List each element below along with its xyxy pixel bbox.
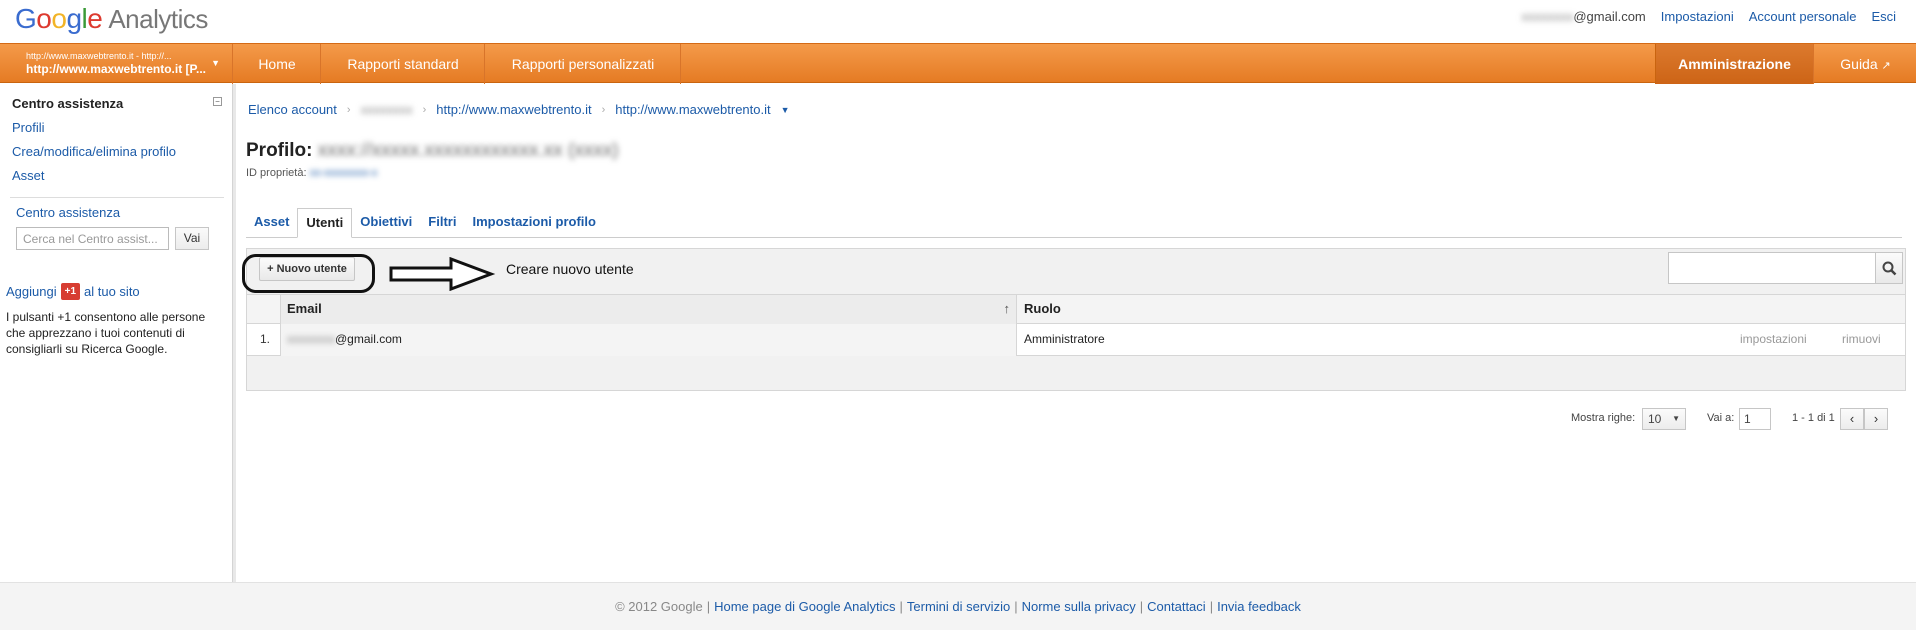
copyright: © 2012 Google [615, 599, 703, 614]
plus-one-add-link[interactable]: Aggiungi [6, 284, 57, 299]
nav-home[interactable]: Home [234, 44, 321, 84]
collapse-icon[interactable]: − [213, 97, 222, 106]
footer-home-link[interactable]: Home page di Google Analytics [714, 599, 895, 614]
table-row: 1. xxxxxxxx@gmail.com Amministratore imp… [247, 324, 1905, 356]
help-search-button[interactable]: Vai [175, 227, 209, 250]
row-settings-link[interactable]: impostazioni [1740, 324, 1807, 356]
tab-bar: Asset Utenti Obiettivi Filtri Impostazio… [246, 208, 604, 238]
footer-feedback-link[interactable]: Invia feedback [1217, 599, 1301, 614]
property-id: ID proprietà: xx-xxxxxxxx-x [246, 167, 378, 179]
footer-privacy-link[interactable]: Norme sulla privacy [1022, 599, 1136, 614]
tab-users[interactable]: Utenti [297, 208, 353, 238]
sidebar-item-edit-profile[interactable]: Crea/modifica/elimina profilo [12, 144, 176, 159]
new-user-button[interactable]: + Nuovo utente [259, 257, 355, 281]
page-title: Profilo: xxxx://xxxxx.xxxxxxxxxxxx.xx (x… [246, 140, 619, 161]
breadcrumb-profile[interactable]: http://www.maxwebtrento.it [615, 102, 770, 117]
footer-contact-link[interactable]: Contattaci [1147, 599, 1206, 614]
footer: © 2012 Google | Home page di Google Analyt… [0, 582, 1916, 630]
rows-label: Mostra righe: [1571, 412, 1636, 424]
chevron-right-icon: › [1873, 411, 1879, 426]
search-icon [1882, 261, 1897, 276]
users-panel: + Nuovo utente Creare nuovo utente Email… [242, 248, 1906, 430]
google-analytics-logo[interactable]: Google Analytics [15, 3, 208, 35]
annotation-arrow-icon [389, 257, 496, 291]
divider [246, 237, 1902, 238]
user-search-input[interactable] [1668, 252, 1876, 284]
plus-one-promo: Aggiungi +1 al tuo sito [6, 283, 140, 300]
goto-page-input[interactable]: 1 [1739, 408, 1771, 430]
search-button[interactable] [1876, 252, 1903, 284]
sidebar-item-profiles[interactable]: Profili [12, 120, 45, 135]
logout-link[interactable]: Esci [1871, 9, 1896, 24]
help-center-link[interactable]: Centro assistenza [16, 205, 120, 220]
row-remove-link[interactable]: rimuovi [1842, 324, 1881, 356]
breadcrumb-separator-icon: › [422, 103, 427, 116]
footer-terms-link[interactable]: Termini di servizio [907, 599, 1010, 614]
divider [10, 197, 224, 198]
chevron-left-icon: ‹ [1849, 411, 1855, 426]
top-header: Google Analytics xxxxxxxx@gmail.com Impos… [0, 0, 1916, 43]
sidebar-title: Centro assistenza [12, 96, 124, 111]
sidebar: Centro assistenza − Profili Crea/modific… [0, 84, 236, 582]
pagination: Mostra righe: 10 ▼ Vai a: 1 1 - 1 di 1 ‹ … [247, 402, 1905, 436]
account-links: xxxxxxxx@gmail.com Impostazioni Account … [1521, 9, 1896, 24]
column-header-email[interactable]: Email ↑ [280, 295, 1017, 324]
column-header-role[interactable]: Ruolo [1018, 295, 1905, 324]
breadcrumb: Elenco account › xxxxxxxx › http://www.m… [248, 102, 790, 117]
plus-one-description: I pulsanti +1 consentono alle persone ch… [6, 310, 206, 356]
nav-standard-reports[interactable]: Rapporti standard [322, 44, 485, 84]
nav-help[interactable]: Guida ↗ [1815, 44, 1916, 84]
help-search-input[interactable] [16, 227, 169, 250]
row-number: 1. [260, 332, 271, 346]
sort-up-icon: ↑ [1003, 301, 1011, 316]
prev-page-button[interactable]: ‹ [1840, 408, 1864, 430]
rows-per-page-select[interactable]: 10 ▼ [1642, 408, 1686, 430]
settings-link[interactable]: Impostazioni [1661, 9, 1734, 24]
page-range: 1 - 1 di 1 [1792, 412, 1835, 424]
account-email: xxxxxxxx@gmail.com [1521, 9, 1646, 24]
profile-selector[interactable]: http://www.maxwebtrento.it - http://... … [0, 44, 233, 84]
breadcrumb-separator-icon: › [346, 103, 351, 116]
sidebar-item-asset[interactable]: Asset [12, 168, 45, 183]
tab-profile-settings[interactable]: Impostazioni profilo [464, 208, 604, 238]
tab-filters[interactable]: Filtri [420, 208, 464, 238]
annotation-text: Creare nuovo utente [506, 261, 634, 277]
table-header: Email ↑ Ruolo [247, 295, 1905, 324]
personal-account-link[interactable]: Account personale [1749, 9, 1857, 24]
next-page-button[interactable]: › [1864, 408, 1888, 430]
nav-custom-reports[interactable]: Rapporti personalizzati [486, 44, 681, 84]
tab-goals[interactable]: Obiettivi [352, 208, 420, 238]
plus-one-site-link[interactable]: al tuo sito [84, 284, 140, 299]
main-nav: http://www.maxwebtrento.it - http://... … [0, 43, 1916, 84]
row-role: Amministratore [1024, 332, 1105, 346]
breadcrumb-separator-icon: › [601, 103, 606, 116]
breadcrumb-account-blurred[interactable]: xxxxxxxx [361, 102, 413, 117]
google-plus-icon: +1 [60, 283, 81, 300]
chevron-down-icon[interactable]: ▼ [781, 105, 790, 115]
external-link-icon: ↗ [1881, 60, 1891, 72]
nav-admin[interactable]: Amministrazione [1655, 44, 1814, 84]
breadcrumb-property[interactable]: http://www.maxwebtrento.it [436, 102, 591, 117]
chevron-down-icon: ▼ [211, 58, 220, 68]
chevron-down-icon: ▼ [1672, 414, 1680, 423]
goto-label: Vai a: [1707, 412, 1735, 424]
row-email: xxxxxxxx@gmail.com [280, 324, 1017, 356]
tab-asset[interactable]: Asset [246, 208, 297, 238]
breadcrumb-account-list[interactable]: Elenco account [248, 102, 337, 117]
users-table: Email ↑ Ruolo 1. xxxxxxxx@gmail.com Ammin… [247, 294, 1905, 430]
